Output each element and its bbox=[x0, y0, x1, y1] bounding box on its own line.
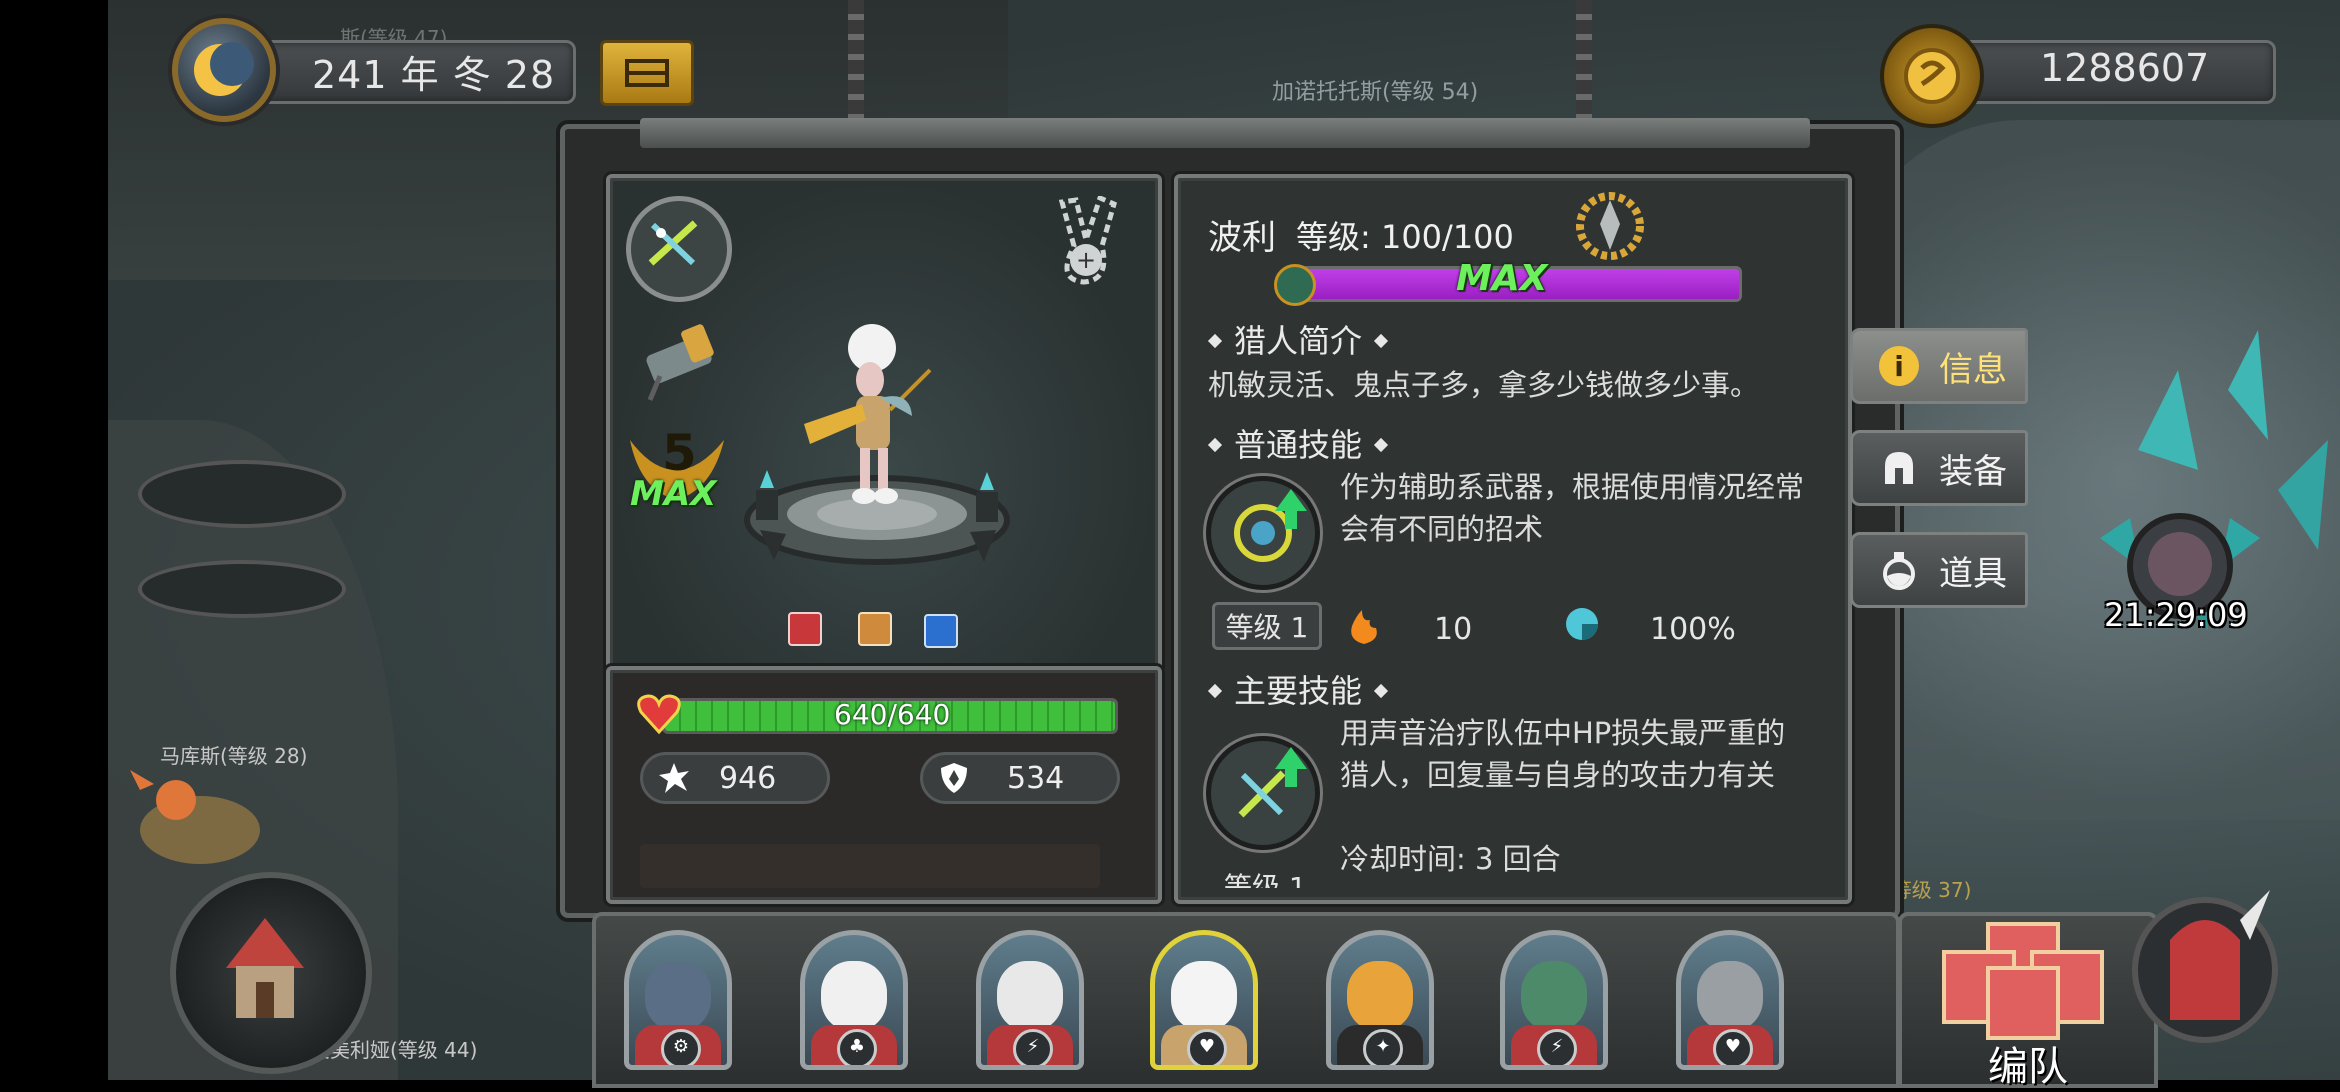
timer-text: 21:29:09 bbox=[2104, 596, 2248, 634]
hp-text: 640/640 bbox=[834, 698, 951, 731]
hunter-tag-1-icon[interactable] bbox=[788, 612, 822, 646]
team-cards-icon bbox=[1942, 922, 2104, 1040]
normal-skill-cost: 10 bbox=[1434, 612, 1473, 647]
intro-title: 猎人简介 bbox=[1234, 322, 1363, 360]
world-label-top-center: 加诺托托斯(等级 54) bbox=[1272, 80, 1479, 105]
team-button-label: 编队 bbox=[1988, 1044, 2068, 1090]
hunter-face bbox=[645, 961, 711, 1031]
hunter-face bbox=[1347, 961, 1413, 1031]
class-badge-icon: ⚡ bbox=[1013, 1029, 1053, 1065]
class-badge-icon: ♥ bbox=[1713, 1029, 1753, 1065]
tab-items-label: 道具 bbox=[1939, 553, 2007, 594]
class-badge-icon: ⚡ bbox=[1537, 1029, 1577, 1065]
hunter-sprite bbox=[800, 320, 960, 520]
info-icon: i bbox=[1879, 346, 1919, 386]
hunter-name: 波利 bbox=[1208, 218, 1276, 258]
frame-top-bar bbox=[640, 118, 1810, 148]
main-skill-level: 等级 1 bbox=[1224, 871, 1307, 888]
normal-skill-text: 作为辅助系武器，根据使用情况经常会有不同的招术 bbox=[1340, 470, 1805, 546]
hunter-face bbox=[1171, 961, 1237, 1031]
normal-skill-icon[interactable] bbox=[1206, 476, 1320, 590]
hit-rate-icon bbox=[1562, 604, 1602, 644]
diamond-bullet bbox=[1373, 683, 1389, 699]
normal-skill-level-pill: 等级 1 bbox=[1212, 602, 1322, 650]
red-hunter-portrait[interactable] bbox=[2130, 880, 2280, 1050]
main-skill-cooldown: 冷却时间: 3 回合 bbox=[1340, 842, 1561, 876]
quest-button[interactable] bbox=[600, 40, 694, 106]
svg-text:+: + bbox=[1076, 246, 1096, 274]
class-badge-icon: ♥ bbox=[1187, 1029, 1227, 1065]
roster-hunter-3[interactable]: ⚡ bbox=[976, 930, 1084, 1070]
diamond-bullet bbox=[1373, 437, 1389, 453]
xp-max-label: MAX bbox=[1456, 258, 1548, 299]
fire-cost-icon bbox=[1344, 606, 1384, 646]
main-skill-title: 主要技能 bbox=[1234, 672, 1363, 710]
date-text: 241 年 冬 28 bbox=[312, 53, 556, 97]
hunter-face bbox=[821, 961, 887, 1031]
telescope-icon[interactable] bbox=[630, 324, 730, 404]
left-system-bar bbox=[0, 0, 108, 1080]
rabbit-add-icon[interactable]: + bbox=[1044, 194, 1128, 286]
class-badge-icon: ⚙ bbox=[661, 1029, 701, 1065]
roster-hunter-1[interactable]: ⚙ bbox=[624, 930, 732, 1070]
main-skill-icon[interactable] bbox=[1206, 736, 1320, 850]
attack-value: 946 bbox=[719, 760, 777, 796]
tab-equip[interactable]: 装备 bbox=[1850, 430, 2028, 506]
attack-burst-icon bbox=[657, 761, 691, 795]
hunter-face bbox=[1521, 961, 1587, 1031]
tab-info-label: 信息 bbox=[1939, 349, 2007, 390]
normal-skill-level: 等级 1 bbox=[1225, 611, 1309, 644]
hunter-tag-3-icon[interactable] bbox=[924, 614, 958, 648]
roster-hunter-2[interactable]: ♣ bbox=[800, 930, 908, 1070]
main-skill-text: 用声音治疗队伍中HP损失最严重的猎人，回复量与自身的攻击力有关 bbox=[1340, 716, 1786, 792]
hunter-level: 等级: 100/100 bbox=[1296, 218, 1514, 256]
roster-hunter-6[interactable]: ⚡ bbox=[1500, 930, 1608, 1070]
normal-skill-rate: 100% bbox=[1650, 612, 1736, 647]
diamond-bullet bbox=[1207, 333, 1223, 349]
intro-section-title: 猎人简介 bbox=[1196, 316, 1400, 362]
helmet-icon bbox=[1879, 448, 1919, 488]
gold-coin-icon bbox=[1880, 24, 1984, 128]
tab-info[interactable]: i 信息 bbox=[1850, 328, 2028, 404]
tab-equip-label: 装备 bbox=[1939, 451, 2007, 492]
heart-icon bbox=[636, 692, 682, 736]
shield-icon bbox=[939, 761, 969, 795]
class-badge-icon: ♣ bbox=[837, 1029, 877, 1065]
class-badge-icon: ✦ bbox=[1363, 1029, 1403, 1065]
laurel-rank-icon bbox=[1570, 190, 1650, 266]
roster-hunter-7[interactable]: ♥ bbox=[1676, 930, 1784, 1070]
roster-hunter-5[interactable]: ✦ bbox=[1326, 930, 1434, 1070]
hunter-tag-2-icon[interactable] bbox=[858, 612, 892, 646]
hunter-face bbox=[997, 961, 1063, 1031]
intro-text: 机敏灵活、鬼点子多，拿多少钱做多少事。 bbox=[1208, 368, 1760, 402]
gold-amount: 1288607 bbox=[2040, 46, 2210, 90]
house-button[interactable] bbox=[170, 872, 372, 1074]
stats-empty-slot bbox=[640, 844, 1100, 888]
normal-skill-title: 普通技能 bbox=[1234, 426, 1363, 464]
potion-icon bbox=[1879, 550, 1919, 590]
crossed-weapon-icon[interactable] bbox=[626, 196, 732, 302]
marcus-sprite[interactable] bbox=[120, 760, 280, 880]
roster-hunter-4-selected[interactable]: ♥ bbox=[1150, 930, 1258, 1070]
star-max-label: MAX bbox=[630, 474, 717, 514]
diamond-bullet bbox=[1207, 683, 1223, 699]
defense-stat: 534 bbox=[920, 752, 1120, 804]
main-skill-level-partial: 等级 1 bbox=[1212, 866, 1316, 888]
tab-items[interactable]: 道具 bbox=[1850, 532, 2028, 608]
team-button[interactable]: 编队 bbox=[1898, 912, 2158, 1090]
main-skill-section-title: 主要技能 bbox=[1196, 666, 1400, 712]
xp-level-gem-icon bbox=[1274, 264, 1316, 306]
normal-skill-section-title: 普通技能 bbox=[1196, 420, 1400, 466]
defense-value: 534 bbox=[1007, 760, 1065, 796]
attack-stat: 946 bbox=[640, 752, 830, 804]
diamond-bullet bbox=[1207, 437, 1223, 453]
diamond-bullet bbox=[1373, 333, 1389, 349]
calendar-badge-icon[interactable] bbox=[172, 18, 276, 122]
hunter-face bbox=[1697, 961, 1763, 1031]
